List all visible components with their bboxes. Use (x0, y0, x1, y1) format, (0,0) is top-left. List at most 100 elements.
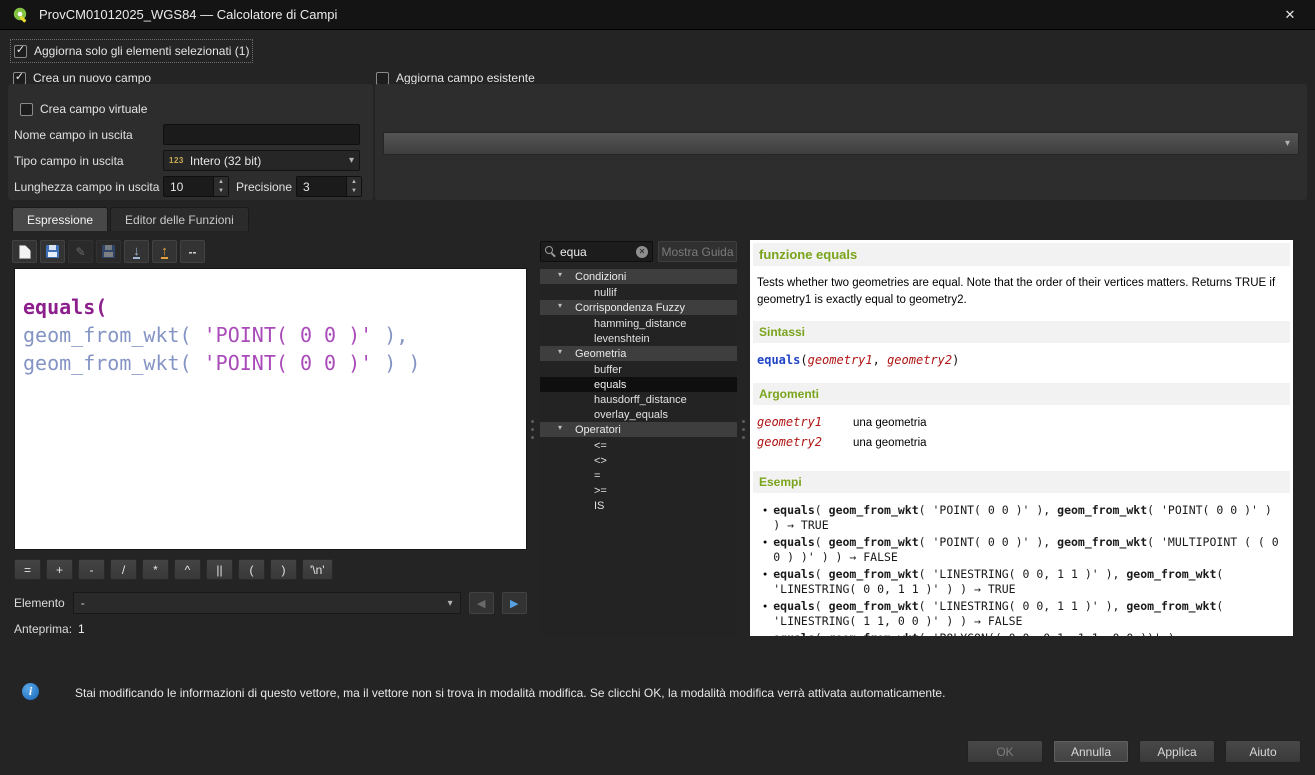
checkbox-unchecked-icon[interactable] (376, 72, 389, 85)
show-help-button: Mostra Guida (658, 241, 737, 262)
field-length-spinbox[interactable]: 10 ▲▼ (163, 176, 229, 197)
operator-button[interactable]: = (14, 559, 41, 580)
collapse-arrow-icon[interactable]: ▾ (558, 301, 562, 310)
function-help-panel: funzione equals Tests whether two geomet… (750, 240, 1293, 636)
field-length-label: Lunghezza campo in uscita (14, 180, 159, 194)
syntax-token: , (873, 353, 887, 367)
argument-name: geometry2 (757, 435, 853, 449)
tree-item[interactable]: levenshtein (540, 331, 737, 346)
import-expressions-button[interactable]: ↓ (124, 240, 149, 263)
search-input[interactable] (560, 245, 632, 259)
info-icon (22, 683, 39, 700)
splitter-dot (531, 436, 534, 439)
bullet-icon: ● (763, 631, 767, 636)
help-title: funzione equals (753, 243, 1290, 266)
operator-button[interactable]: + (46, 559, 73, 580)
tree-item[interactable]: nullif (540, 285, 737, 300)
splitter-handle[interactable] (531, 420, 534, 439)
search-box[interactable]: ✕ (540, 241, 653, 262)
collapse-arrow-icon[interactable]: ▾ (558, 347, 562, 356)
tree-item[interactable]: buffer (540, 362, 737, 377)
field-type-combo[interactable]: 123 Intero (32 bit) ▾ (163, 150, 360, 171)
tab-espressione[interactable]: Espressione (12, 207, 108, 231)
tab-editor-funzioni[interactable]: Editor delle Funzioni (110, 207, 249, 231)
update-selected-checkbox[interactable]: Aggiorna solo gli elementi selezionati (… (14, 43, 249, 59)
virtual-field-checkbox[interactable]: Crea campo virtuale (20, 101, 147, 117)
argument-row: geometry2una geometria (757, 435, 1286, 449)
tree-item[interactable]: hamming_distance (540, 316, 737, 331)
collapse-arrow-icon[interactable]: ▾ (558, 423, 562, 432)
tree-item[interactable]: overlay_equals (540, 407, 737, 422)
dialog-buttons: OK Annulla Applica Aiuto (967, 740, 1301, 763)
tree-group[interactable]: ▾Geometria (540, 346, 737, 361)
tree-label: <> (594, 455, 607, 467)
pencil-icon: ✎ (75, 245, 85, 259)
tree-group[interactable]: ▾Corrispondenza Fuzzy (540, 300, 737, 315)
field-name-input[interactable] (163, 124, 360, 145)
operator-button[interactable]: ( (238, 559, 265, 580)
expression-editor[interactable]: equals(geom_from_wkt( 'POINT( 0 0 )' ),g… (14, 268, 527, 550)
example-item: ●equals( geom_from_wkt( 'LINESTRING( 0 0… (763, 567, 1283, 596)
operator-button[interactable]: - (78, 559, 105, 580)
checkbox-checked-icon[interactable] (13, 72, 26, 85)
syntax-token: ) (952, 353, 959, 367)
tree-label: hamming_distance (594, 318, 686, 330)
expression-token: geom_from_wkt (23, 351, 180, 375)
argument-name: geometry1 (757, 415, 853, 429)
spin-down-icon[interactable]: ▼ (214, 187, 228, 197)
expression-token: geom_from_wkt (23, 323, 180, 347)
checkbox-checked-icon[interactable] (14, 45, 27, 58)
save-expression-button[interactable] (40, 240, 65, 263)
field-type-label: Tipo campo in uscita (14, 154, 124, 168)
clear-expression-button[interactable] (12, 240, 37, 263)
operator-button[interactable]: ^ (174, 559, 201, 580)
spinner-arrows[interactable]: ▲▼ (346, 177, 361, 196)
operator-button[interactable]: '\n' (302, 559, 333, 580)
tree-item[interactable]: <= (540, 438, 737, 453)
expression-token: equals( (23, 295, 107, 319)
chevron-down-icon: ▾ (448, 598, 453, 609)
tree-item[interactable]: >= (540, 483, 737, 498)
operator-button[interactable]: * (142, 559, 169, 580)
splitter-handle[interactable] (742, 420, 745, 439)
aiuto-button[interactable]: Aiuto (1225, 740, 1301, 763)
tree-item[interactable]: <> (540, 453, 737, 468)
comment-button[interactable]: -- (180, 240, 205, 263)
spinner-arrows[interactable]: ▲▼ (213, 177, 228, 196)
spin-up-icon[interactable]: ▲ (214, 177, 228, 187)
example-code: equals( geom_from_wkt( 'POLYGON(( 0 0, 0… (773, 631, 1283, 636)
chevron-down-icon: ▾ (349, 155, 354, 166)
argument-row: geometry1una geometria (757, 415, 1286, 429)
precision-spinbox[interactable]: 3 ▲▼ (296, 176, 362, 197)
tree-group[interactable]: ▾Operatori (540, 422, 737, 437)
next-feature-button[interactable]: ▶ (502, 592, 527, 614)
tree-item[interactable]: hausdorff_distance (540, 392, 737, 407)
field-name-label: Nome campo in uscita (14, 128, 133, 142)
existing-field-group: ▾ (375, 84, 1307, 200)
clear-search-icon[interactable]: ✕ (636, 246, 648, 258)
tree-label: >= (594, 485, 607, 497)
tree-item[interactable]: = (540, 468, 737, 483)
tree-item[interactable]: IS (540, 498, 737, 513)
annulla-button[interactable]: Annulla (1053, 740, 1129, 763)
expression-token: ) ) (372, 351, 420, 375)
tree-group[interactable]: ▾Condizioni (540, 269, 737, 284)
previous-feature-button: ◀ (469, 592, 494, 614)
checkbox-unchecked-icon[interactable] (20, 103, 33, 116)
field-type-value: Intero (32 bit) (190, 154, 261, 168)
spin-down-icon[interactable]: ▼ (347, 187, 361, 197)
export-expressions-button[interactable]: ↑ (152, 240, 177, 263)
collapse-arrow-icon[interactable]: ▾ (558, 270, 562, 279)
tree-label: <= (594, 440, 607, 452)
element-combo[interactable]: - ▾ (73, 592, 461, 614)
close-icon[interactable]: ✕ (1277, 7, 1303, 23)
tree-item[interactable]: equals (540, 377, 737, 392)
operator-button[interactable]: || (206, 559, 233, 580)
spin-up-icon[interactable]: ▲ (347, 177, 361, 187)
ok-button[interactable]: OK (967, 740, 1043, 763)
operator-button[interactable]: / (110, 559, 137, 580)
applica-button[interactable]: Applica (1139, 740, 1215, 763)
function-tree: ▾Condizioninullif▾Corrispondenza Fuzzy ha… (540, 269, 737, 637)
search-icon (545, 246, 556, 257)
operator-button[interactable]: ) (270, 559, 297, 580)
